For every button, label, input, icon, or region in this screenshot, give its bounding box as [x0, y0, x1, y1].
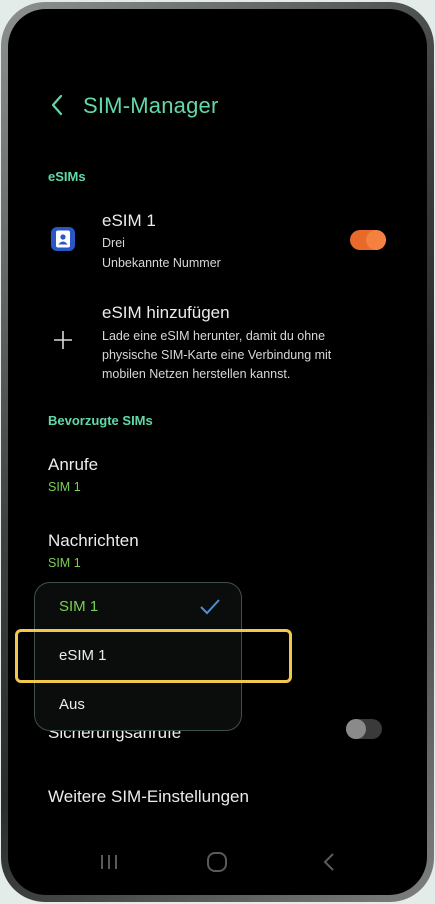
dropdown-option-sim1[interactable]: SIM 1 [35, 583, 241, 631]
messages-row[interactable]: Nachrichten SIM 1 [8, 517, 427, 577]
back-button[interactable] [46, 85, 70, 125]
highlight-box [15, 629, 292, 683]
check-icon [199, 597, 221, 617]
description-line: Lade eine eSIM herunter, damit du ohne [102, 329, 326, 343]
sim-card-icon [51, 227, 75, 251]
recents-icon[interactable] [97, 852, 121, 872]
screen: SIM-Manager eSIMs eSIM 1 Drei Unbekannte… [8, 9, 427, 895]
more-settings-row[interactable]: Weitere SIM-Einstellungen [8, 773, 427, 817]
add-esim-row[interactable]: eSIM hinzufügen Lade eine eSIM herunter,… [8, 291, 427, 391]
option-label: SIM 1 [59, 598, 99, 615]
section-esims-label: eSIMs [48, 169, 86, 184]
esim-1-number: Unbekannte Nummer [102, 256, 221, 270]
messages-title: Nachrichten [48, 531, 139, 550]
option-label: Aus [59, 696, 85, 713]
section-preferred-label: Bevorzugte SIMs [48, 413, 153, 428]
description-line: physische SIM-Karte eine Verbindung mit [102, 348, 332, 362]
description-line: mobilen Netzen herstellen kannst. [102, 367, 291, 381]
home-icon[interactable] [205, 852, 229, 872]
dropdown-option-off[interactable]: Aus [35, 681, 241, 729]
esim-1-toggle[interactable] [350, 230, 386, 250]
page-title: SIM-Manager [83, 93, 219, 118]
calls-row[interactable]: Anrufe SIM 1 [8, 441, 427, 501]
phone-frame: SIM-Manager eSIMs eSIM 1 Drei Unbekannte… [1, 2, 434, 902]
back-icon[interactable] [318, 852, 342, 872]
esim-1-title: eSIM 1 [102, 211, 156, 230]
add-esim-description: Lade eine eSIM herunter, damit du ohne p… [102, 327, 402, 384]
plus-icon [52, 329, 74, 351]
more-settings-title: Weitere SIM-Einstellungen [48, 787, 249, 806]
messages-value: SIM 1 [48, 556, 81, 570]
esim-1-row[interactable]: eSIM 1 Drei Unbekannte Nummer [8, 199, 427, 279]
backup-calls-toggle[interactable] [346, 719, 382, 739]
esim-1-carrier: Drei [102, 236, 125, 250]
toggle-knob [366, 230, 386, 250]
calls-value: SIM 1 [48, 480, 81, 494]
add-esim-title: eSIM hinzufügen [102, 303, 230, 322]
calls-title: Anrufe [48, 455, 99, 474]
chevron-left-icon [51, 94, 63, 116]
toggle-knob [346, 719, 366, 739]
